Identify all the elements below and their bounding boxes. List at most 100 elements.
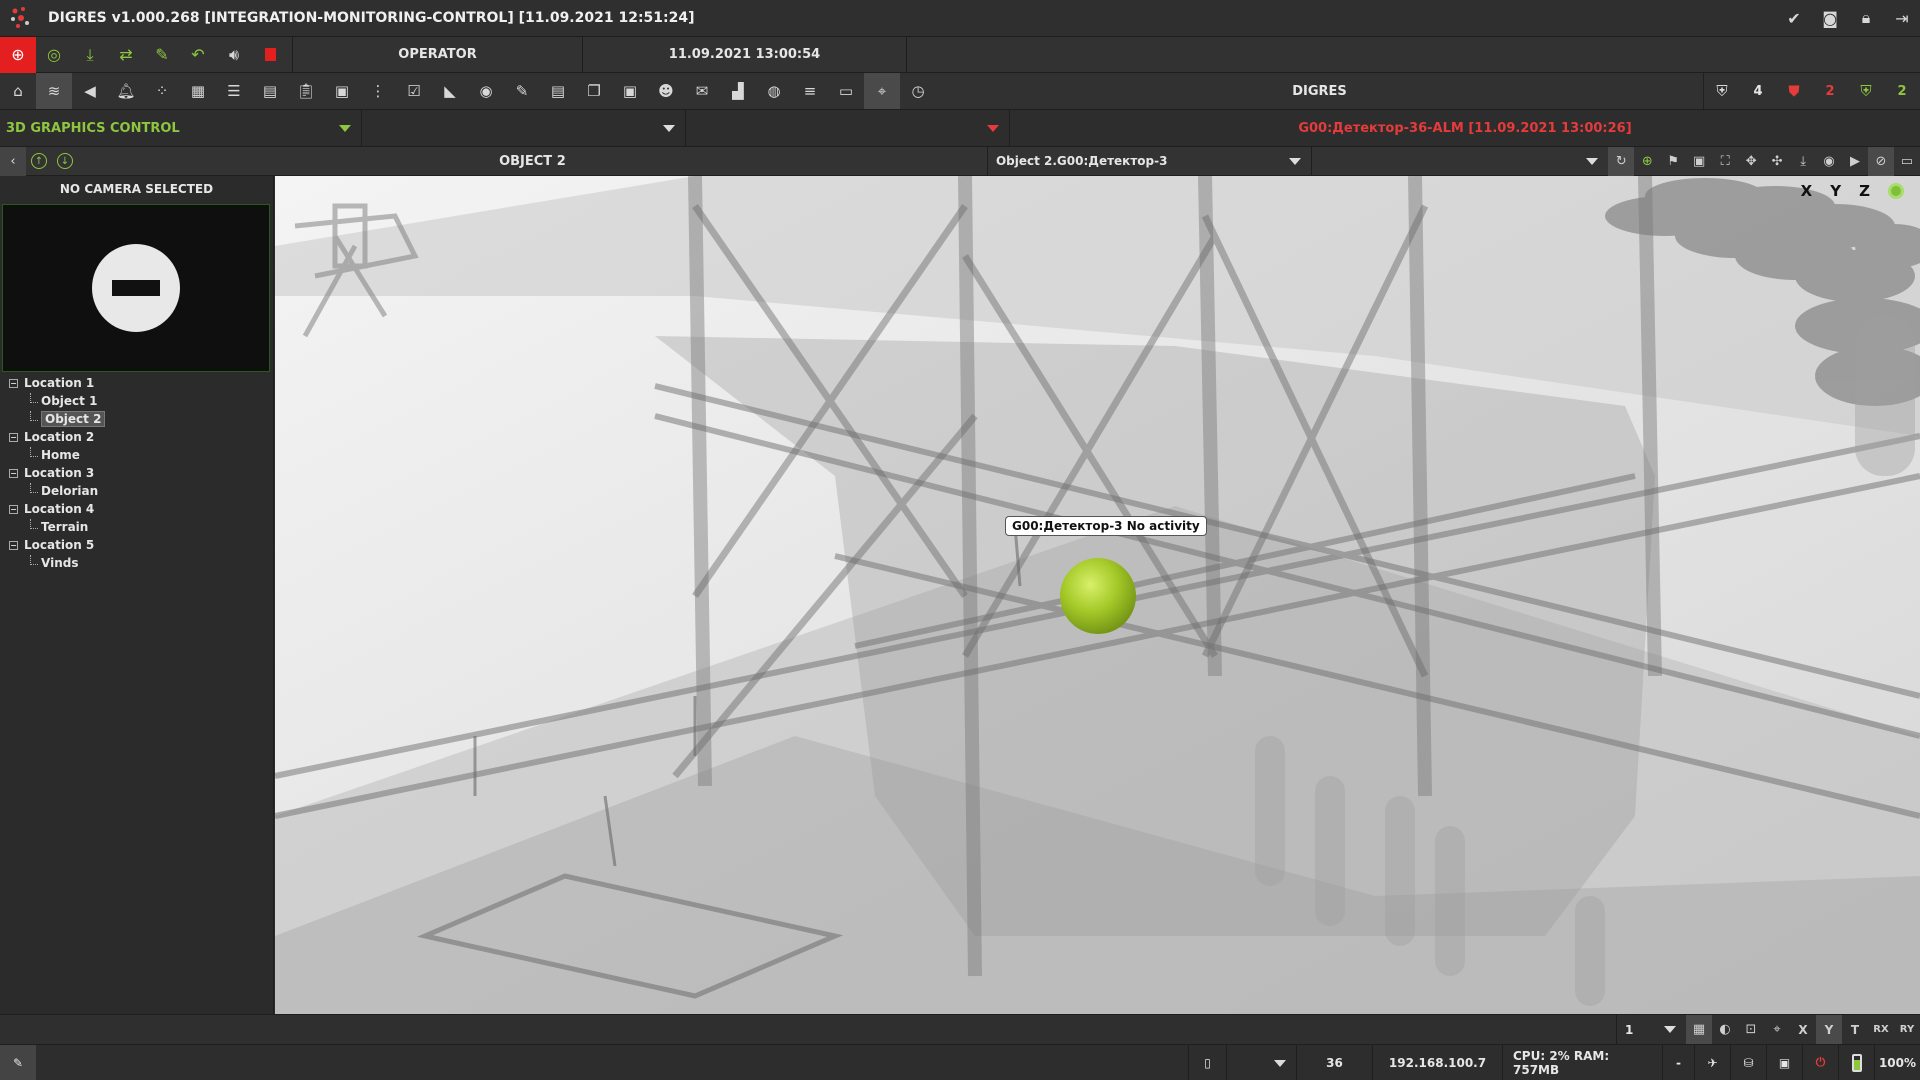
edit-green-icon[interactable]: ✎ [144, 37, 180, 73]
module-select[interactable]: 3D GRAPHICS CONTROL [0, 109, 362, 147]
video-off-icon[interactable]: ⊘ [1868, 146, 1894, 176]
image-icon[interactable]: ▣ [1686, 147, 1712, 176]
power-icon[interactable]: ⏻ [1802, 1044, 1838, 1080]
check-circle-icon[interactable]: ✔ [1776, 0, 1812, 36]
axis-z-label[interactable]: Z [1859, 182, 1870, 200]
move-icon[interactable]: ✥ [1738, 147, 1764, 176]
nodes-icon[interactable]: ⁘ [144, 73, 180, 109]
tree-item-delorian[interactable]: Delorian [0, 482, 274, 500]
axis-gizmo-icon[interactable] [1888, 183, 1904, 199]
view-select[interactable] [1310, 146, 1609, 176]
sensor-icon[interactable]: ◉ [468, 73, 504, 109]
shield-icon[interactable]: ⛨ [1704, 73, 1740, 109]
axis-x-button[interactable]: X [1790, 1015, 1816, 1045]
flag-icon[interactable]: ⚑ [1660, 147, 1686, 176]
device-icon[interactable]: ▯ [1188, 1044, 1226, 1080]
check-status-icon[interactable]: ◎ [36, 37, 72, 73]
axis-y-button[interactable]: Y [1816, 1014, 1842, 1045]
fullscreen-icon[interactable]: ⛶ [1712, 147, 1738, 176]
sound-icon[interactable]: 🔊︎ [216, 37, 252, 73]
rotate-y-button[interactable]: RY [1894, 1015, 1920, 1045]
home-icon[interactable]: ⌂ [0, 73, 36, 109]
tree-item-vinds[interactable]: Vinds [0, 554, 274, 572]
pan-icon[interactable]: ✣ [1764, 147, 1790, 176]
back-circle-icon[interactable]: ◀ [72, 73, 108, 109]
layers-icon[interactable]: ≋ [36, 73, 72, 109]
download-icon[interactable]: ⤓ [72, 37, 108, 73]
users-icon[interactable]: ☻ [648, 73, 684, 109]
third-select[interactable] [686, 109, 1010, 147]
back-button[interactable]: ‹ [0, 146, 26, 176]
lines-icon[interactable]: ≡ [792, 73, 828, 109]
stop-icon[interactable] [252, 37, 288, 73]
collapse-icon[interactable]: − [9, 468, 18, 478]
monitor-icon[interactable]: ▭ [828, 73, 864, 109]
rotate-x-button[interactable]: RX [1868, 1015, 1894, 1045]
bullet-list-icon[interactable]: ⋮ [360, 73, 396, 109]
collapse-icon[interactable]: − [9, 540, 18, 550]
cctv-icon[interactable]: ◣ [432, 73, 468, 109]
sync-icon[interactable]: ⇄ [108, 37, 144, 73]
axis-x-label[interactable]: X [1801, 182, 1813, 200]
tree-item-terrain[interactable]: Terrain [0, 518, 274, 536]
up-button[interactable]: ↑ [26, 147, 52, 176]
video-icon[interactable]: ▶ [1842, 147, 1868, 176]
clipboard-icon[interactable]: 📋︎ [288, 73, 324, 109]
map-pin-icon[interactable]: ⌖ [864, 73, 900, 109]
brush-icon[interactable]: ✎ [0, 1044, 36, 1080]
axis-y-label[interactable]: Y [1830, 182, 1841, 200]
tree-location-4[interactable]: − Location 4 [0, 500, 274, 518]
chart-icon[interactable]: ▟ [720, 73, 756, 109]
refresh-icon[interactable]: ↻ [1608, 146, 1635, 176]
checklist-icon[interactable]: ☑ [396, 73, 432, 109]
tree-location-1[interactable]: − Location 1 [0, 374, 274, 392]
list-icon[interactable]: ☰ [216, 73, 252, 109]
clock-icon[interactable]: ◷ [900, 73, 936, 109]
collapse-icon[interactable]: − [9, 504, 18, 514]
download-view-icon[interactable]: ⤓ [1790, 147, 1816, 176]
tree-location-2[interactable]: − Location 2 [0, 428, 274, 446]
collapse-icon[interactable]: − [9, 432, 18, 442]
eye-icon[interactable]: ◉ [1816, 147, 1842, 176]
database-icon[interactable]: ⛁ [1730, 1044, 1766, 1080]
contrast-icon[interactable]: ◐ [1712, 1015, 1738, 1045]
alarm-message[interactable]: G00:Детектор-36-ALM [11.09.2021 13:00:26… [1010, 121, 1920, 136]
shield-ok-icon[interactable]: ⛨ [1848, 73, 1884, 109]
satellite-icon[interactable]: ✈ [1694, 1044, 1730, 1080]
undo-icon[interactable]: ↶ [180, 37, 216, 73]
globe-icon[interactable]: ◍ [756, 73, 792, 109]
3d-viewport[interactable]: X Y Z G00:Детектор-3 No activity [275, 176, 1920, 1014]
shield-alarm-icon[interactable]: ⛊ [1776, 73, 1812, 109]
tree-location-5[interactable]: − Location 5 [0, 536, 274, 554]
pdf-icon[interactable]: ▣ [324, 73, 360, 109]
page-select[interactable]: 1 [1616, 1014, 1686, 1045]
tree-location-3[interactable]: − Location 3 [0, 464, 274, 482]
target-icon[interactable]: ⊕ [1634, 147, 1660, 176]
mail-icon[interactable]: ✉ [684, 73, 720, 109]
down-button[interactable]: ↓ [52, 147, 78, 176]
tree-item-home[interactable]: Home [0, 446, 274, 464]
tree-item-object-1[interactable]: Object 1 [0, 392, 274, 410]
camera-icon[interactable]: ◙ [1812, 0, 1848, 36]
grid-toggle-icon[interactable]: ▦ [1686, 1014, 1712, 1045]
axis-t-button[interactable]: T [1842, 1015, 1868, 1045]
photo-icon[interactable]: ▣ [612, 73, 648, 109]
collapse-icon[interactable]: − [9, 378, 18, 388]
frame-icon[interactable]: ⊡ [1738, 1015, 1764, 1045]
calculator-icon[interactable]: ▤ [252, 73, 288, 109]
bell-icon[interactable]: 🔔︎ [108, 73, 144, 109]
server-icon[interactable]: ▣ [1766, 1044, 1802, 1080]
sensor-marker[interactable] [1060, 558, 1136, 634]
pin-icon[interactable]: ⌖ [1764, 1015, 1790, 1045]
report-icon[interactable]: ▤ [540, 73, 576, 109]
alarm-target-icon[interactable]: ⊕ [0, 36, 36, 73]
status-select[interactable] [1226, 1044, 1296, 1080]
second-select[interactable] [362, 109, 686, 147]
exit-icon[interactable]: ⇥ [1884, 0, 1920, 36]
edit-icon[interactable]: ✎ [504, 73, 540, 109]
tree-item-object-2[interactable]: Object 2 [0, 410, 274, 428]
detector-select[interactable]: Object 2.G00:Детектор-3 [986, 146, 1311, 176]
copy-icon[interactable]: ❐ [576, 73, 612, 109]
screen-icon[interactable]: ▭ [1894, 147, 1920, 176]
lock-icon[interactable]: 🔒︎ [1848, 0, 1884, 36]
